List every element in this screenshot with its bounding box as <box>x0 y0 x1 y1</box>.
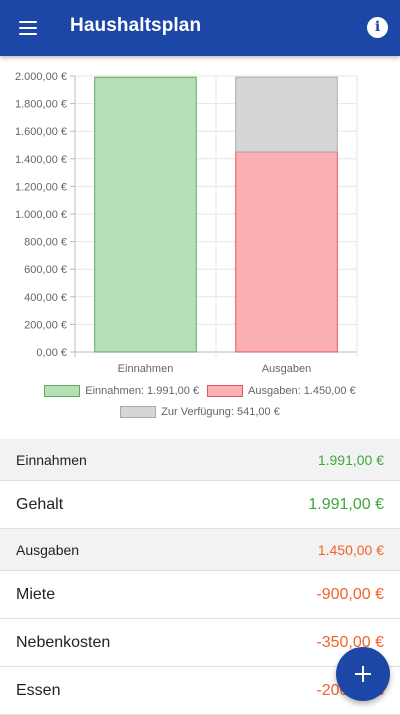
info-icon[interactable]: i <box>367 17 388 38</box>
section-total-expenses: 1.450,00 € <box>317 541 384 558</box>
bar-1-1 <box>235 151 338 353</box>
legend-item-income[interactable]: Einnahmen: 1.991,00 € <box>44 385 199 397</box>
item-label: Nebenkosten <box>16 633 111 651</box>
section-header-expenses: Ausgaben 1.450,00 € <box>0 529 400 571</box>
section-total-income: 1.991,00 € <box>317 451 384 468</box>
y-tick-label: 2.000,00 € <box>15 71 67 83</box>
page-title: Haushaltsplan <box>70 15 202 36</box>
y-tick-label: 0,00 € <box>36 347 67 359</box>
legend-label-available: Zur Verfügung: 541,00 € <box>161 406 280 418</box>
x-tick-label: Einnahmen <box>118 363 174 375</box>
item-label: Essen <box>16 681 61 699</box>
chart-svg: 0,00 € 200,00 € 400,00 € 600,00 € 800,00 € 1.… <box>15 71 358 375</box>
section-label-expenses: Ausgaben <box>16 541 80 558</box>
y-tick-label: 800,00 € <box>24 237 67 249</box>
add-entry-button[interactable] <box>336 647 390 701</box>
budget-chart: 0,00 € 200,00 € 400,00 € 600,00 € 800,00 € 1.… <box>0 56 400 436</box>
y-tick-label: 1.800,00 € <box>15 99 67 111</box>
list-item-gehalt[interactable]: Gehalt 1.991,00 € <box>0 481 400 529</box>
section-label-income: Einnahmen <box>16 451 87 468</box>
bar-1-2 <box>235 76 338 153</box>
legend-swatch-expenses <box>207 385 244 397</box>
y-tick-label: 1.600,00 € <box>15 126 67 138</box>
section-header-income: Einnahmen 1.991,00 € <box>0 439 400 481</box>
item-label: Miete <box>16 585 56 603</box>
legend-label-income: Einnahmen: 1.991,00 € <box>85 385 200 397</box>
item-amount: 1.991,00 € <box>308 495 384 513</box>
y-tick-label: 1.200,00 € <box>15 181 67 193</box>
y-tick-label: 1.000,00 € <box>15 209 67 221</box>
chart-legend: Einnahmen: 1.991,00 € Ausgaben: 1.450,00… <box>0 384 400 426</box>
legend-item-expenses[interactable]: Ausgaben: 1.450,00 € <box>207 385 356 397</box>
list-item-miete[interactable]: Miete -900,00 € <box>0 571 400 619</box>
legend-swatch-available <box>120 406 157 418</box>
y-tick-label: 400,00 € <box>24 292 67 304</box>
y-tick-label: 600,00 € <box>24 264 67 276</box>
x-tick-label: Ausgaben <box>262 363 312 375</box>
item-label: Gehalt <box>16 495 64 513</box>
legend-swatch-income <box>44 385 81 397</box>
item-amount: -900,00 € <box>316 585 384 603</box>
legend-item-available[interactable]: Zur Verfügung: 541,00 € <box>120 406 280 418</box>
y-tick-label: 200,00 € <box>24 319 67 331</box>
menu-icon[interactable] <box>14 14 42 42</box>
legend-label-expenses: Ausgaben: 1.450,00 € <box>248 385 356 397</box>
app-bar: Haushaltsplan i <box>0 0 400 56</box>
bar-0-0 <box>94 76 197 353</box>
y-tick-label: 1.400,00 € <box>15 154 67 166</box>
